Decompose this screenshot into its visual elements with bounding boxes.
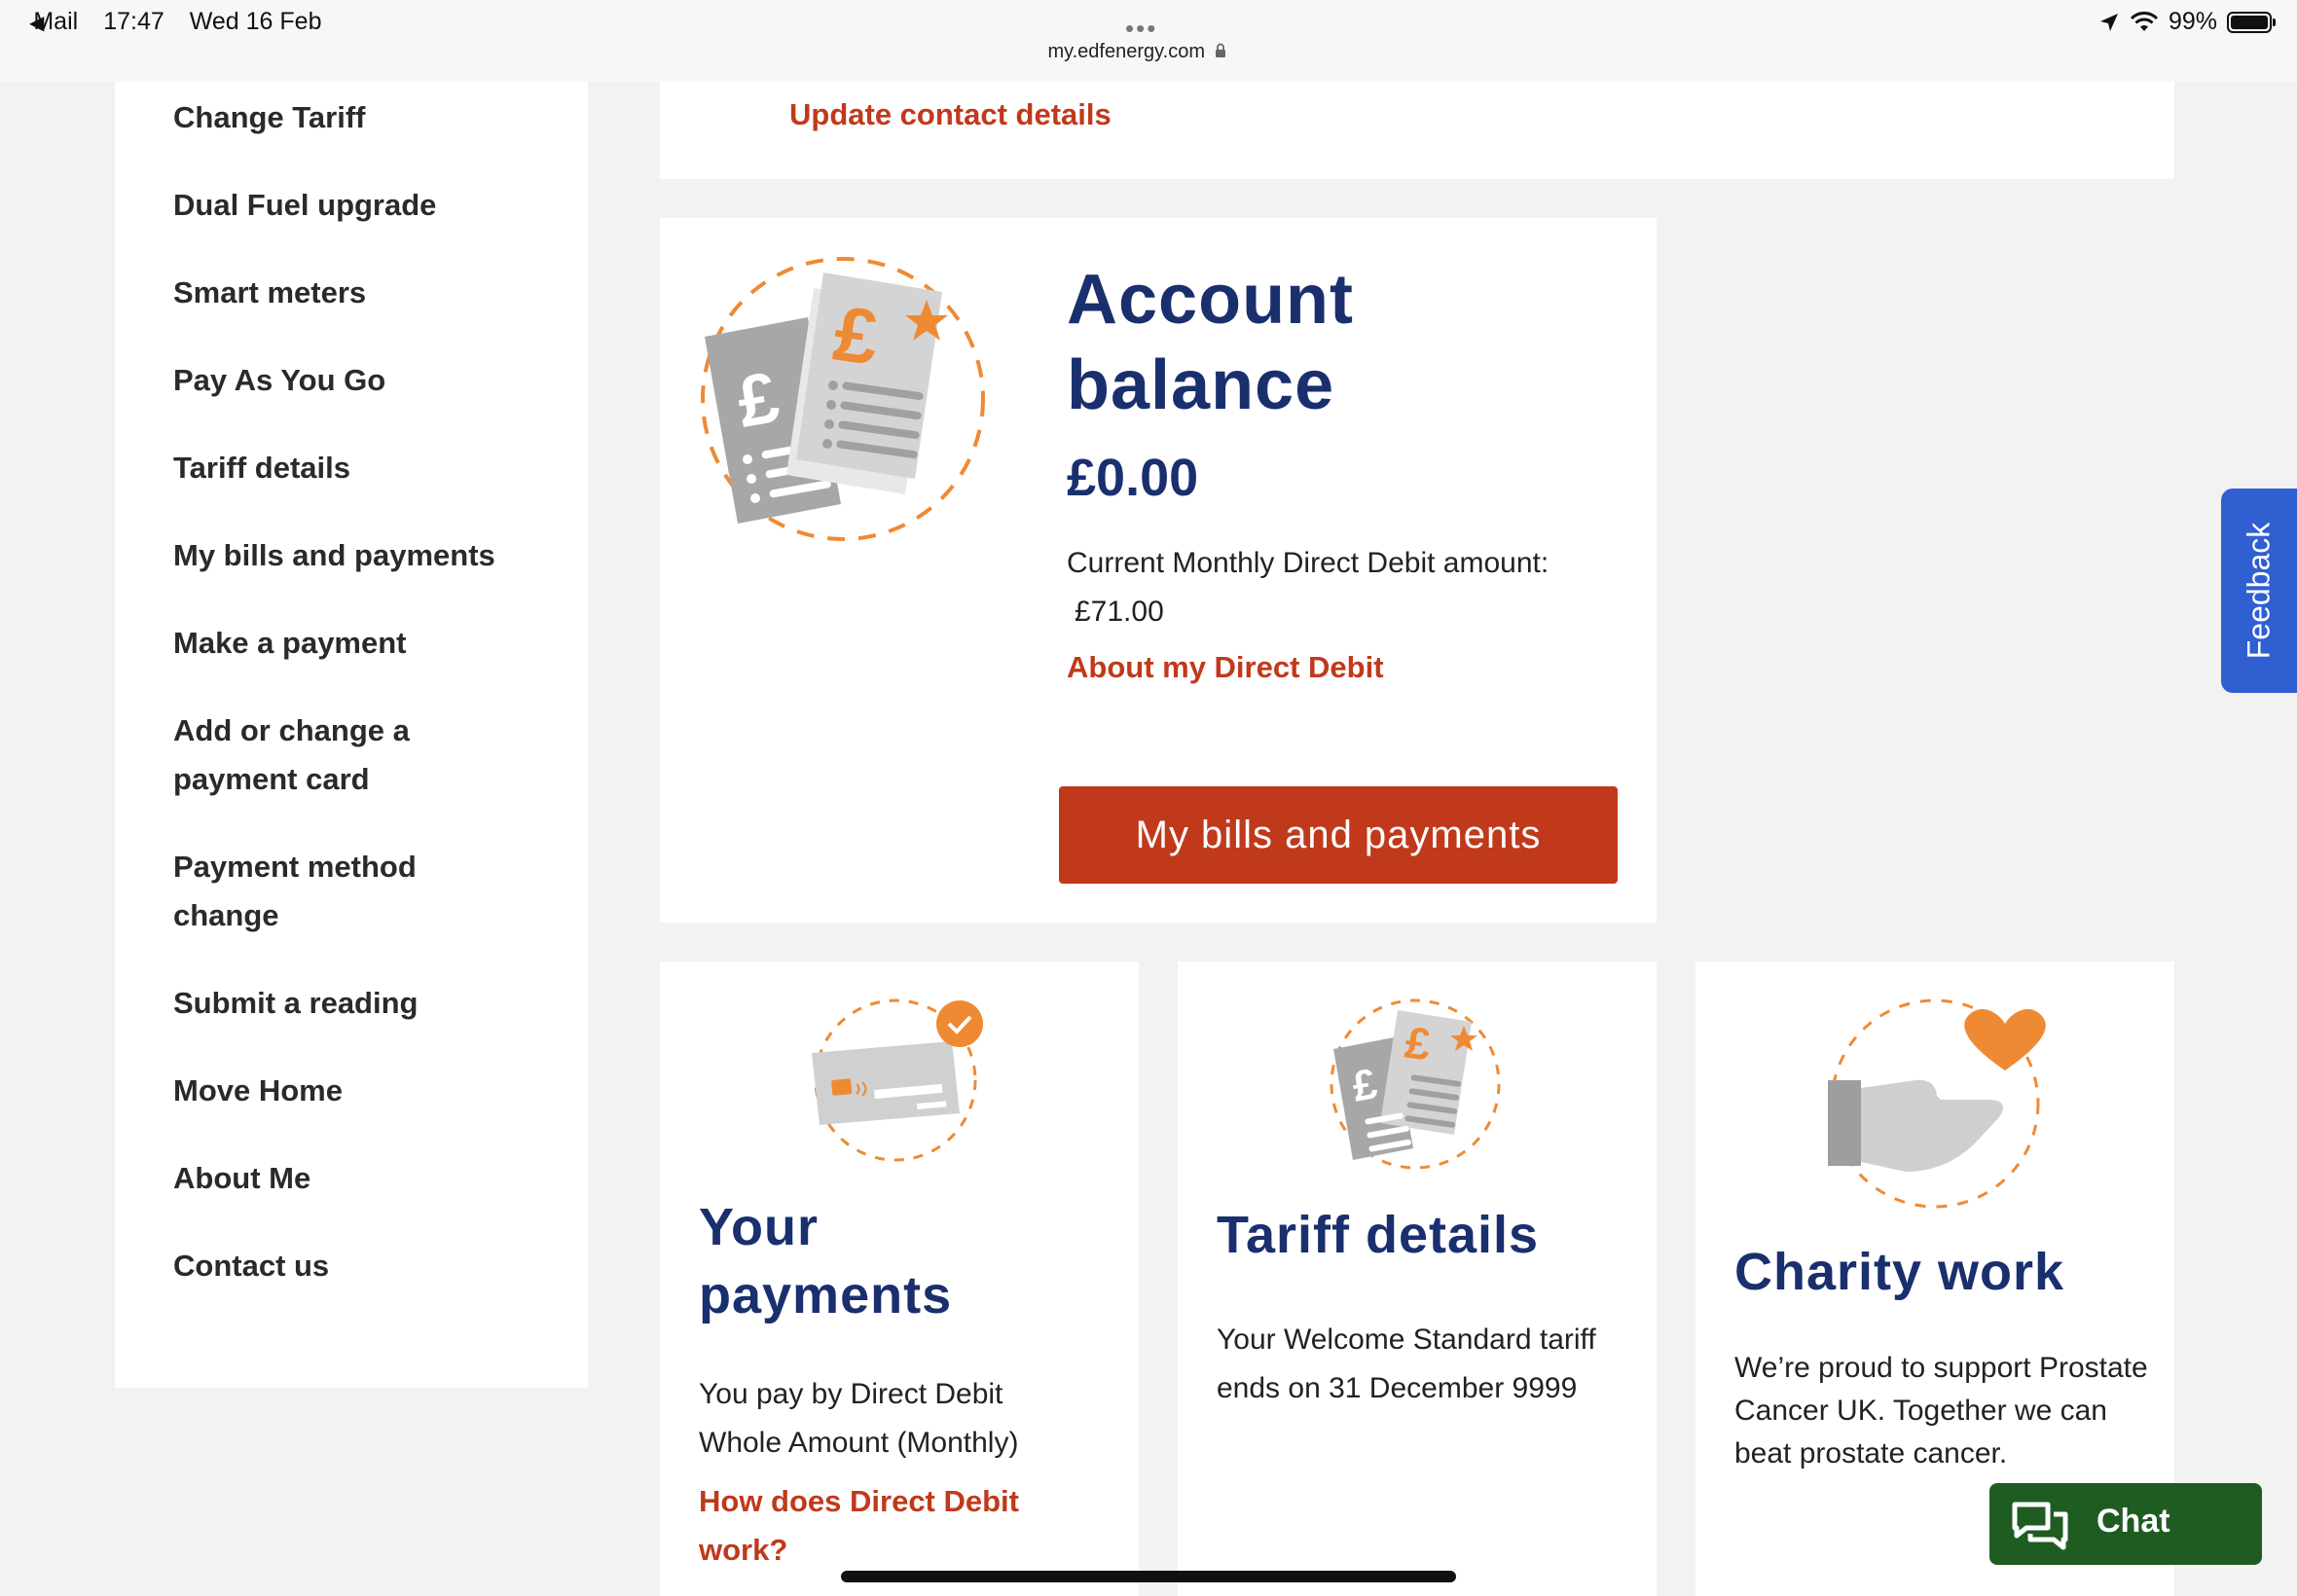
status-time: 17:47 — [103, 8, 164, 35]
sidebar-item-make-a-payment[interactable]: Make a payment — [173, 619, 524, 668]
sidebar-item-pay-as-you-go[interactable]: Pay As You Go — [173, 356, 524, 405]
back-app-label: Mail — [33, 8, 79, 35]
my-bills-and-payments-button[interactable]: My bills and payments — [1059, 786, 1618, 884]
feedback-tab[interactable]: Feedback — [2221, 489, 2297, 693]
hand-heart-icon — [1828, 998, 2046, 1209]
account-balance-amount: £0.00 — [1067, 449, 1199, 507]
home-indicator[interactable] — [841, 1571, 1456, 1582]
multitasking-dots-icon[interactable]: ••• — [1125, 14, 1157, 44]
chat-button[interactable]: Chat — [1989, 1483, 2262, 1565]
sidebar-item-change-tariff[interactable]: Change Tariff — [173, 93, 524, 142]
sidebar-item-payment-card[interactable]: Add or change a payment card — [173, 707, 426, 804]
sidebar-nav: Change Tariff Dual Fuel upgrade Smart me… — [115, 82, 588, 1388]
payment-card-check-icon — [812, 998, 983, 1162]
charity-work-title: Charity work — [1734, 1243, 2065, 1301]
status-left: ◀ Mail 17:47 Wed 16 Feb — [29, 8, 321, 36]
sidebar-item-tariff-details[interactable]: Tariff details — [173, 444, 524, 492]
sidebar-item-dual-fuel-upgrade[interactable]: Dual Fuel upgrade — [173, 181, 524, 230]
sidebar-item-submit-reading[interactable]: Submit a reading — [173, 979, 524, 1028]
battery-icon — [2227, 11, 2276, 33]
sidebar-item-move-home[interactable]: Move Home — [173, 1067, 524, 1115]
tariff-details-title: Tariff details — [1217, 1206, 1540, 1264]
your-payments-title: Your payments — [699, 1198, 953, 1324]
sidebar-item-about-me[interactable]: About Me — [173, 1154, 524, 1203]
battery-percent: 99% — [2168, 8, 2217, 35]
wifi-icon — [2130, 11, 2159, 31]
sidebar-item-bills-and-payments[interactable]: My bills and payments — [173, 531, 524, 580]
tariff-details-card: £ £ Tariff details Your Welcome Standard… — [1178, 961, 1657, 1596]
your-payments-card: Your payments You pay by Direct Debit Wh… — [660, 961, 1139, 1596]
about-direct-debit-link[interactable]: About my Direct Debit — [1067, 650, 1384, 685]
url-text: my.edfenergy.com — [1047, 41, 1205, 62]
feedback-label: Feedback — [2241, 522, 2277, 660]
status-right: 99% — [2098, 8, 2276, 36]
contact-details-card: Update contact details — [660, 82, 2174, 179]
account-balance-card: £ £ Account balance £0.00 Current Monthl… — [660, 218, 1657, 923]
back-to-app-link[interactable]: ◀ Mail — [29, 8, 78, 36]
how-direct-debit-works-link[interactable]: How does Direct Debit work? — [699, 1477, 1049, 1575]
tariff-details-text: Your Welcome Standard tariff ends on 31 … — [1217, 1324, 1596, 1404]
sidebar-item-contact-us[interactable]: Contact us — [173, 1242, 524, 1290]
chat-label: Chat — [2096, 1503, 2170, 1540]
chat-bubble-icon — [2012, 1502, 2068, 1550]
your-payments-text: You pay by Direct Debit Whole Amount (Mo… — [699, 1378, 1019, 1459]
update-contact-details-link[interactable]: Update contact details — [789, 97, 1112, 132]
direct-debit-amount: £71.00 — [1075, 596, 1164, 628]
url-bar[interactable]: my.edfenergy.com — [0, 41, 2274, 63]
direct-debit-label: Current Monthly Direct Debit amount: — [1067, 547, 1550, 579]
sidebar-item-smart-meters[interactable]: Smart meters — [173, 269, 524, 317]
account-balance-title: Account balance — [1067, 261, 1354, 424]
sidebar-item-payment-method-change[interactable]: Payment method change — [173, 843, 426, 940]
location-arrow-icon — [2099, 13, 2118, 31]
status-date: Wed 16 Feb — [189, 8, 322, 35]
lock-icon — [1215, 43, 1225, 57]
tariff-bills-icon: £ £ — [1330, 998, 1501, 1170]
status-bar: ◀ Mail 17:47 Wed 16 Feb ••• my.edfenergy… — [0, 0, 2297, 82]
bills-pound-icon: £ £ — [701, 257, 985, 541]
charity-work-text: We’re proud to support Prostate Cancer U… — [1734, 1352, 2148, 1469]
